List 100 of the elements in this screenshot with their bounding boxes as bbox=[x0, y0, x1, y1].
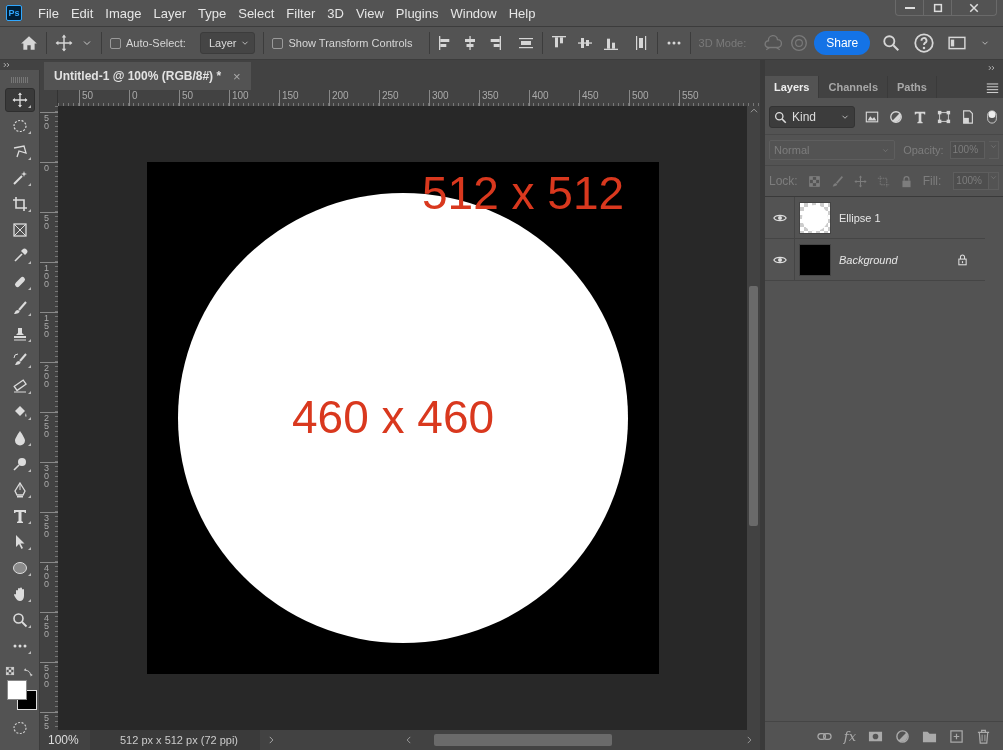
half-circle-icon[interactable] bbox=[889, 110, 903, 124]
ruler-label: 200 bbox=[44, 364, 50, 388]
panel-tab[interactable]: Paths bbox=[888, 76, 937, 98]
search-icon bbox=[774, 110, 787, 124]
menu-item[interactable]: Select bbox=[232, 5, 281, 21]
move-icon bbox=[11, 92, 28, 108]
ruler-label: 200 bbox=[332, 90, 349, 101]
close-icon bbox=[968, 1, 980, 14]
ruler-label: 250 bbox=[44, 414, 50, 438]
half-circle-icon[interactable] bbox=[895, 728, 910, 744]
checkbox-label: Auto-Select: bbox=[126, 37, 186, 49]
ruler-label: 500 bbox=[632, 90, 649, 101]
toggle-icon[interactable] bbox=[985, 110, 999, 124]
swap-icon[interactable] bbox=[22, 666, 35, 678]
minimize-icon bbox=[904, 6, 915, 9]
menu-item[interactable]: Layer bbox=[147, 5, 193, 21]
double-chevron-icon[interactable] bbox=[1, 60, 12, 70]
document-title: Untitled-1 @ 100% (RGB/8#) * bbox=[54, 69, 222, 83]
ruler-label: 50 bbox=[82, 90, 94, 101]
padlock-icon[interactable] bbox=[956, 253, 969, 266]
menu-item[interactable]: Plugins bbox=[389, 5, 445, 21]
lasso-icon bbox=[11, 144, 28, 160]
menu-item[interactable]: Filter bbox=[280, 5, 322, 21]
eraser-icon bbox=[11, 378, 28, 394]
ruler-label: 350 bbox=[44, 514, 50, 538]
caret-icon bbox=[989, 173, 999, 182]
trash-icon[interactable] bbox=[976, 728, 991, 744]
ruler-label: 150 bbox=[44, 314, 50, 338]
stamp-icon bbox=[11, 326, 28, 342]
menu-item[interactable]: Image bbox=[99, 5, 148, 21]
ruler-label: 450 bbox=[582, 90, 599, 101]
zoom-icon bbox=[11, 612, 28, 628]
chevron-up-icon bbox=[748, 106, 759, 116]
color-swatches[interactable] bbox=[6, 680, 37, 710]
type-icon[interactable] bbox=[913, 110, 927, 124]
caret-icon bbox=[989, 142, 998, 151]
ruler-label: 300 bbox=[432, 90, 449, 101]
magic-wand-icon bbox=[11, 170, 28, 186]
layer-row[interactable]: Background bbox=[765, 239, 985, 281]
double-chevron-icon[interactable] bbox=[987, 63, 997, 73]
brush-icon bbox=[11, 300, 28, 316]
search-icon[interactable] bbox=[882, 34, 901, 52]
ruler-label: 150 bbox=[282, 90, 299, 101]
canvas-text: 460 x 460 bbox=[292, 394, 495, 440]
new-layer-icon[interactable] bbox=[949, 728, 964, 744]
workspace-icon[interactable] bbox=[948, 34, 967, 52]
tool-button[interactable] bbox=[4, 88, 35, 112]
menu-item[interactable]: 3D bbox=[321, 5, 350, 21]
effects-button[interactable]: fx bbox=[843, 728, 856, 744]
layer-name: Ellipse 1 bbox=[839, 211, 881, 224]
menu-item[interactable]: Window bbox=[444, 5, 503, 21]
document-icon[interactable] bbox=[961, 110, 975, 124]
dashed-ellipse-icon[interactable] bbox=[11, 720, 28, 736]
menu-item[interactable]: Type bbox=[192, 5, 233, 21]
checkbox[interactable] bbox=[272, 37, 284, 49]
crop-icon bbox=[11, 196, 28, 212]
tab-close-button[interactable]: × bbox=[233, 68, 241, 84]
dodge-icon bbox=[11, 456, 28, 472]
panel-tab[interactable]: Channels bbox=[819, 76, 888, 98]
align-middle-icon[interactable] bbox=[576, 35, 593, 51]
dashed-ellipse-icon bbox=[11, 118, 28, 134]
layer-thumbnail bbox=[799, 201, 831, 234]
hamburger-icon[interactable] bbox=[986, 80, 999, 94]
panel-tab[interactable]: Layers bbox=[765, 76, 820, 98]
maximize-icon bbox=[931, 1, 944, 14]
ruler-label: 300 bbox=[44, 464, 50, 488]
ruler-label: 550 bbox=[682, 90, 699, 101]
image-icon[interactable] bbox=[865, 110, 879, 124]
filter-dropdown[interactable]: Kind bbox=[769, 106, 855, 128]
ruler-label: 50 bbox=[44, 114, 50, 130]
chevron-left-icon bbox=[404, 735, 414, 745]
document-tab[interactable]: Untitled-1 @ 100% (RGB/8#) * × bbox=[44, 62, 251, 90]
ruler-label: 0 bbox=[44, 164, 50, 172]
zoom-level: 100% bbox=[47, 733, 80, 747]
ruler-label: 400 bbox=[44, 564, 50, 588]
checkbox[interactable] bbox=[110, 37, 121, 49]
distribute-rows-icon[interactable] bbox=[517, 35, 534, 51]
menu-item[interactable]: Edit bbox=[64, 5, 100, 21]
ruler-label: 250 bbox=[382, 90, 399, 101]
layer-row[interactable]: Ellipse 1 bbox=[765, 197, 985, 239]
home-icon[interactable] bbox=[20, 34, 38, 52]
ruler-label: 50 bbox=[44, 214, 50, 230]
ruler-label: 100 bbox=[232, 90, 249, 101]
type-icon bbox=[11, 508, 28, 524]
menu-item[interactable]: Help bbox=[502, 5, 542, 21]
ruler-label: 100 bbox=[44, 264, 50, 288]
ruler-label: 55 bbox=[44, 714, 50, 730]
ruler-label: 350 bbox=[482, 90, 499, 101]
target-dropdown[interactable]: Layer bbox=[199, 32, 256, 54]
ruler-label: 50 bbox=[182, 90, 194, 101]
app-logo: Ps bbox=[6, 5, 22, 21]
transform-square-icon[interactable] bbox=[937, 110, 951, 124]
share-button[interactable]: Share bbox=[814, 31, 871, 55]
frame-icon bbox=[11, 222, 28, 238]
checker-icon[interactable] bbox=[807, 174, 821, 188]
menu-item[interactable]: View bbox=[349, 5, 390, 21]
chevron-right-icon[interactable] bbox=[266, 735, 276, 745]
help-icon[interactable] bbox=[914, 33, 935, 53]
layer-thumbnail bbox=[799, 243, 831, 276]
menu-item[interactable]: File bbox=[32, 5, 65, 21]
